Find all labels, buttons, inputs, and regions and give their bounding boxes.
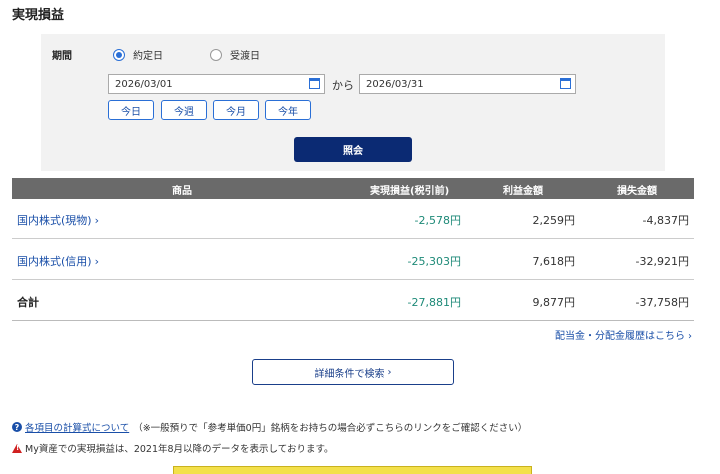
radio-unselected-icon — [210, 48, 222, 61]
row-product-link[interactable]: 国内株式(現物) › — [17, 212, 99, 228]
row-loss: -32,921円 — [635, 255, 689, 268]
data-range-note: My資産での実現損益は、2021年8月以降のデータを表示しております。 — [12, 441, 334, 455]
formula-link[interactable]: 各項目の計算式について — [25, 420, 129, 434]
row-net: -25,303円 — [407, 255, 461, 268]
calendar-icon[interactable] — [309, 78, 320, 89]
filter-panel: 期間 約定日 受渡日 2026/03/01 から 2026/03/31 今日 今… — [41, 34, 665, 171]
chevron-right-icon: › — [387, 366, 392, 378]
date-to-input[interactable]: 2026/03/31 — [359, 74, 576, 94]
table-header: 商品 実現損益(税引前) 利益金額 損失金額 — [12, 178, 694, 199]
row-profit: 2,259円 — [532, 214, 576, 227]
dividend-history-link[interactable]: 配当金・分配金履歴はこちら › — [555, 327, 692, 342]
chevron-right-icon: › — [94, 214, 99, 227]
formula-note-text: （※一般預りで「参考単価0円」銘柄をお持ちの場合必ずこちらのリンクをご確認くださ… — [133, 423, 528, 434]
data-range-text: My資産での実現損益は、2021年8月以降のデータを表示しております。 — [25, 444, 334, 455]
total-profit: 9,877円 — [532, 296, 576, 309]
chevron-right-icon: › — [94, 255, 99, 268]
total-label: 合計 — [17, 296, 39, 309]
radio-contract-date[interactable]: 約定日 — [113, 47, 163, 62]
total-loss: -37,758円 — [635, 296, 689, 309]
row-product-link[interactable]: 国内株式(信用) › — [17, 253, 99, 269]
radio-contract-label: 約定日 — [133, 51, 163, 62]
header-profit: 利益金額 — [503, 186, 543, 197]
radio-selected-icon — [113, 48, 125, 61]
radio-delivery-label: 受渡日 — [230, 51, 260, 62]
calendar-icon[interactable] — [560, 78, 571, 89]
detail-search-button[interactable]: 詳細条件で検索 › — [252, 359, 454, 385]
search-button[interactable]: 照会 — [294, 137, 412, 162]
date-to-value: 2026/03/31 — [366, 78, 424, 90]
today-button[interactable]: 今日 — [108, 100, 154, 120]
chevron-right-icon: › — [688, 331, 692, 342]
range-separator: から — [332, 79, 354, 92]
row-profit: 7,618円 — [532, 255, 576, 268]
total-row: 合計 -27,881円 9,877円 -37,758円 — [12, 281, 694, 321]
this-week-button[interactable]: 今週 — [161, 100, 207, 120]
results-table: 商品 実現損益(税引前) 利益金額 損失金額 国内株式(現物) › -2,578円… — [12, 178, 694, 321]
promo-banner[interactable] — [173, 466, 532, 474]
radio-delivery-date[interactable]: 受渡日 — [210, 47, 260, 62]
date-from-input[interactable]: 2026/03/01 — [108, 74, 325, 94]
header-product: 商品 — [172, 186, 192, 197]
row-loss: -4,837円 — [642, 214, 689, 227]
warning-icon — [12, 443, 22, 453]
row-net: -2,578円 — [414, 214, 461, 227]
this-month-button[interactable]: 今月 — [213, 100, 259, 120]
period-label: 期間 — [52, 51, 72, 62]
page-title: 実現損益 — [12, 8, 65, 23]
header-loss: 損失金額 — [617, 186, 657, 197]
this-year-button[interactable]: 今年 — [265, 100, 311, 120]
help-icon: ? — [12, 422, 22, 432]
table-row: 国内株式(現物) › -2,578円 2,259円 -4,837円 — [12, 199, 694, 239]
formula-note: ? 各項目の計算式について （※一般預りで「参考単価0円」銘柄をお持ちの場合必ず… — [12, 420, 527, 434]
total-net: -27,881円 — [407, 296, 461, 309]
header-net: 実現損益(税引前) — [370, 186, 450, 197]
date-from-value: 2026/03/01 — [115, 78, 173, 90]
table-row: 国内株式(信用) › -25,303円 7,618円 -32,921円 — [12, 240, 694, 280]
